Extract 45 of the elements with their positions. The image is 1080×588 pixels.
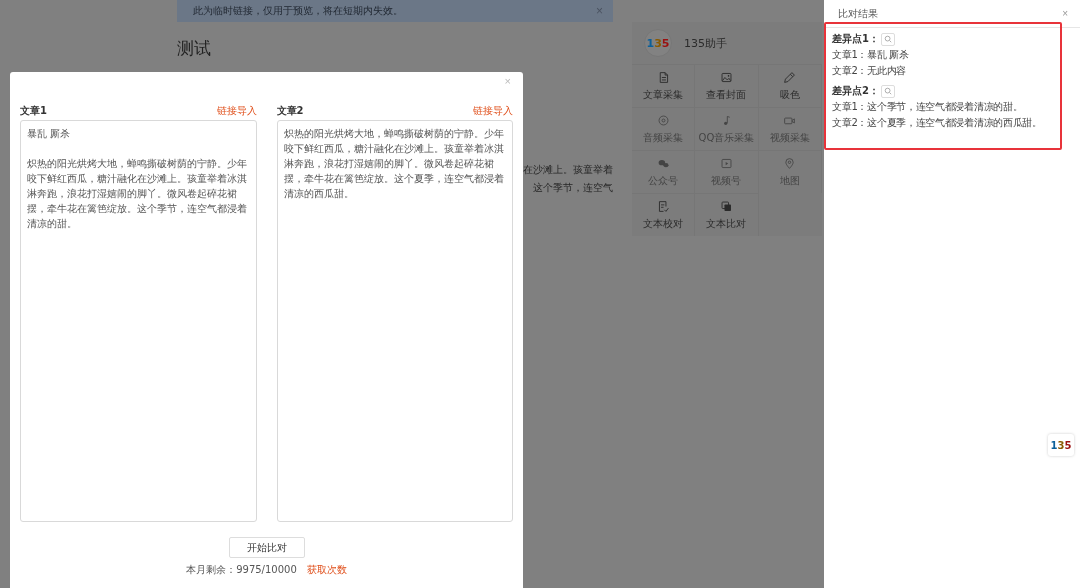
helper-name: 135助手	[684, 35, 727, 51]
tool-button[interactable]: 查看封面	[695, 64, 759, 107]
article-title: 测试	[177, 37, 212, 60]
field-label: 文章1	[20, 104, 47, 118]
notice-text: 此为临时链接，仅用于预览，将在短期内失效。	[193, 4, 403, 18]
article-text: 在沙滩上。孩童举着	[523, 163, 613, 177]
map-pin-icon	[783, 157, 797, 170]
disc-icon	[656, 114, 670, 127]
tool-button[interactable]: 文章采集	[632, 64, 696, 107]
field-label: 文章2	[276, 104, 304, 118]
difference-text: 文章2：无此内容	[832, 64, 907, 78]
logo: 135	[644, 29, 672, 57]
get-more-link[interactable]: 获取次数	[306, 563, 347, 577]
search-button[interactable]	[880, 84, 895, 98]
search-button[interactable]	[880, 32, 895, 46]
search-icon	[883, 87, 892, 95]
play-icon	[720, 157, 733, 170]
text-paragraph: 炽热的阳光烘烤大地，蝉鸣撕破树荫的宁静。少年咬下鲜红西瓜，糖汁融化在沙滩上。孩童举着冰淇淋奔跑，浪花打湿嬉闹的脚丫。微风卷起碎花裙摆，牵牛花在篱笆绽放。这个夏季，连空气都浸着清凉的西瓜甜。	[283, 127, 505, 201]
start-button[interactable]: 开始比对	[228, 537, 305, 558]
import-link[interactable]: 链接导入	[473, 104, 513, 118]
text-area[interactable]: 炽热的阳光烘烤大地，蝉鸣撕破树荫的宁静。少年咬下鲜红西瓜，糖汁融化在沙滩上。孩童举着冰淇淋奔跑，浪花打湿嬉闹的脚丫。微风卷起碎花裙摆，牵牛花在篱笆绽放。这个夏季，连空气都浸着清凉的西瓜甜。	[276, 120, 513, 522]
close-button[interactable]: ×	[1062, 8, 1068, 19]
video-camera-icon	[783, 114, 797, 127]
import-link[interactable]: 链接导入	[216, 104, 257, 118]
text-paragraph: 炽热的阳光烘烤大地，蝉鸣撕破树荫的宁静。少年咬下鲜红西瓜，糖汁融化在沙滩上。孩童举着冰淇淋奔跑，浪花打湿嬉闹的脚丫。微风卷起碎花裙摆，牵牛花在篱笆绽放。这个季节，连空气都浸着清凉的甜。	[27, 157, 248, 231]
chat-icon	[656, 157, 670, 170]
panel-title: 比对结果	[838, 6, 878, 21]
text-area[interactable]: 暴乱 厮杀 炽热的阳光烘烤大地，蝉鸣撕破树荫的宁静。少年咬下鲜红西瓜，糖汁融化在沙滩上。孩童举着冰淇淋奔跑，浪花打湿嬉闹的脚丫。微风卷起碎花裙摆，牵牛花在篱笆绽放。这个季节，连空气都浸着清凉的甜。	[20, 120, 257, 522]
image-icon	[720, 71, 733, 84]
copy-icon	[720, 200, 733, 213]
eyedropper-icon	[783, 71, 797, 84]
difference-text: 文章1：暴乱 厮杀	[832, 48, 910, 62]
text-paragraph: 暴乱 厮杀	[27, 127, 72, 141]
close-button[interactable]: ×	[498, 74, 517, 88]
tool-button[interactable]: 文本比对	[695, 193, 759, 236]
checklist-icon	[656, 200, 670, 213]
difference-text: 文章1：这个季节，连空气都浸着清凉的甜。	[832, 100, 1024, 114]
difference-text: 文章2：这个夏季，连空气都浸着清凉的西瓜甜。	[832, 116, 1043, 130]
tool-button[interactable]: 吸色	[758, 64, 822, 107]
difference-label: 差异点2：	[832, 84, 879, 98]
quota-text: 本月剩余：9975/10000	[186, 563, 297, 577]
article-text: 这个季节，连空气	[533, 181, 613, 195]
search-icon	[883, 35, 892, 43]
difference-label: 差异点1：	[832, 32, 879, 46]
tool-button[interactable]: 文本校对	[632, 193, 696, 236]
